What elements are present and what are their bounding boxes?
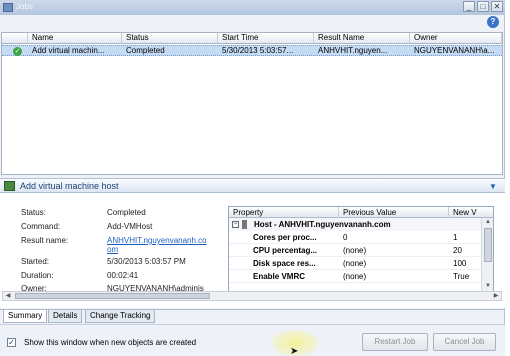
title-bar[interactable]: Jobs _ □ ✕: [0, 0, 505, 15]
result-name-link-wrap[interactable]: om: [107, 245, 118, 254]
property-row[interactable]: Disk space res... (none) 100: [229, 257, 481, 270]
new-value: True: [453, 272, 470, 281]
close-icon[interactable]: ✕: [491, 1, 503, 12]
horizontal-scrollbar[interactable]: ◀ ▶: [2, 291, 502, 301]
horizontal-scroll-thumb[interactable]: [15, 293, 210, 299]
job-status: Completed: [126, 46, 165, 55]
duration-label: Duration:: [21, 271, 54, 280]
property-row[interactable]: Enable VMRC (none) True: [229, 270, 481, 283]
host-job-icon: [4, 181, 15, 191]
jobs-app-icon: [3, 3, 13, 12]
column-header-name[interactable]: Name: [28, 33, 122, 44]
column-header-property[interactable]: Property: [229, 207, 339, 218]
mouse-cursor-icon: ➤: [290, 346, 299, 356]
tab-details[interactable]: Details: [48, 310, 83, 323]
details-tabs: Summary Details Change Tracking: [0, 309, 505, 323]
grid-header: Name Status Start Time Result Name Owner: [2, 33, 502, 44]
scroll-left-icon[interactable]: ◀: [3, 292, 13, 300]
property-name: Cores per proc...: [253, 233, 317, 242]
details-title: Add virtual machine host: [20, 181, 119, 191]
property-name: Enable VMRC: [253, 272, 306, 281]
maximize-icon[interactable]: □: [477, 1, 489, 12]
new-value: 100: [453, 259, 467, 268]
command-label: Command:: [21, 222, 61, 231]
property-row[interactable]: Cores per proc... 0 1: [229, 231, 481, 244]
scroll-up-icon[interactable]: ▲: [483, 218, 493, 226]
jobs-window: Jobs _ □ ✕ ? Name Status Start Time Resu…: [0, 0, 505, 356]
new-value: 20: [453, 246, 462, 255]
tab-change-tracking[interactable]: Change Tracking: [85, 310, 156, 323]
job-row[interactable]: ✓ Add virtual machin... Completed 5/30/2…: [2, 45, 502, 56]
property-row[interactable]: CPU percentag... (none) 20: [229, 244, 481, 257]
collapse-icon[interactable]: −: [232, 221, 239, 228]
result-name-label: Result name:: [21, 236, 69, 245]
property-group[interactable]: − Host - ANHVHIT.nguyenvananh.com: [229, 218, 481, 231]
property-name: Disk space res...: [253, 259, 316, 268]
previous-value: (none): [343, 246, 367, 255]
column-header-result-name[interactable]: Result Name: [314, 33, 410, 44]
tab-summary[interactable]: Summary: [3, 310, 48, 323]
property-group-title: Host - ANHVHIT.nguyenvananh.com: [254, 220, 391, 229]
scroll-thumb[interactable]: [484, 228, 492, 262]
column-header-owner[interactable]: Owner: [410, 33, 502, 44]
property-grid: Property Previous Value New V − Host - A…: [228, 206, 494, 292]
command-value: Add-VMHost: [107, 222, 153, 231]
chevron-down-icon[interactable]: ▼: [489, 182, 497, 191]
show-window-label: Show this window when new objects are cr…: [24, 338, 197, 347]
cancel-job-button[interactable]: Cancel Job: [433, 333, 496, 351]
previous-value: 0: [343, 233, 348, 242]
started-label: Started:: [21, 257, 50, 266]
column-header-previous-value[interactable]: Previous Value: [339, 207, 449, 218]
previous-value: (none): [343, 272, 367, 281]
duration-value: 00:02:41: [107, 271, 139, 280]
job-name: Add virtual machin...: [32, 46, 105, 55]
show-window-checkbox[interactable]: ✓: [7, 338, 16, 347]
column-header-new-value[interactable]: New V: [449, 207, 493, 218]
previous-value: (none): [343, 259, 367, 268]
property-name: CPU percentag...: [253, 246, 318, 255]
property-grid-header: Property Previous Value New V: [229, 207, 493, 218]
scroll-down-icon[interactable]: ▼: [483, 282, 493, 290]
details-header[interactable]: Add virtual machine host ▼: [0, 178, 505, 193]
footer: ✓ Show this window when new objects are …: [0, 324, 505, 356]
restart-job-button[interactable]: Restart Job: [362, 333, 428, 351]
scroll-right-icon[interactable]: ▶: [491, 292, 501, 300]
new-value: 1: [453, 233, 458, 242]
column-header-status[interactable]: Status: [122, 33, 218, 44]
column-header-start-time[interactable]: Start Time: [218, 33, 314, 44]
property-grid-scrollbar[interactable]: ▲ ▼: [481, 218, 493, 291]
server-icon: [242, 220, 247, 229]
completed-check-icon: ✓: [13, 47, 22, 56]
minimize-icon[interactable]: _: [463, 1, 475, 12]
started-value: 5/30/2013 5:03:57 PM: [107, 257, 186, 266]
result-name-link[interactable]: ANHVHIT.nguyenvananh.co: [107, 236, 207, 245]
job-result-name: ANHVHIT.nguyen...: [318, 46, 388, 55]
window-title: Jobs: [16, 2, 33, 11]
jobs-grid: Name Status Start Time Result Name Owner…: [1, 32, 503, 175]
column-header-icon[interactable]: [2, 33, 28, 44]
job-owner: NGUYENVANANH\a...: [414, 46, 495, 55]
status-label: Status:: [21, 208, 46, 217]
help-icon[interactable]: ?: [487, 16, 499, 28]
status-value: Completed: [107, 208, 146, 217]
job-start-time: 5/30/2013 5:03:57...: [222, 46, 294, 55]
